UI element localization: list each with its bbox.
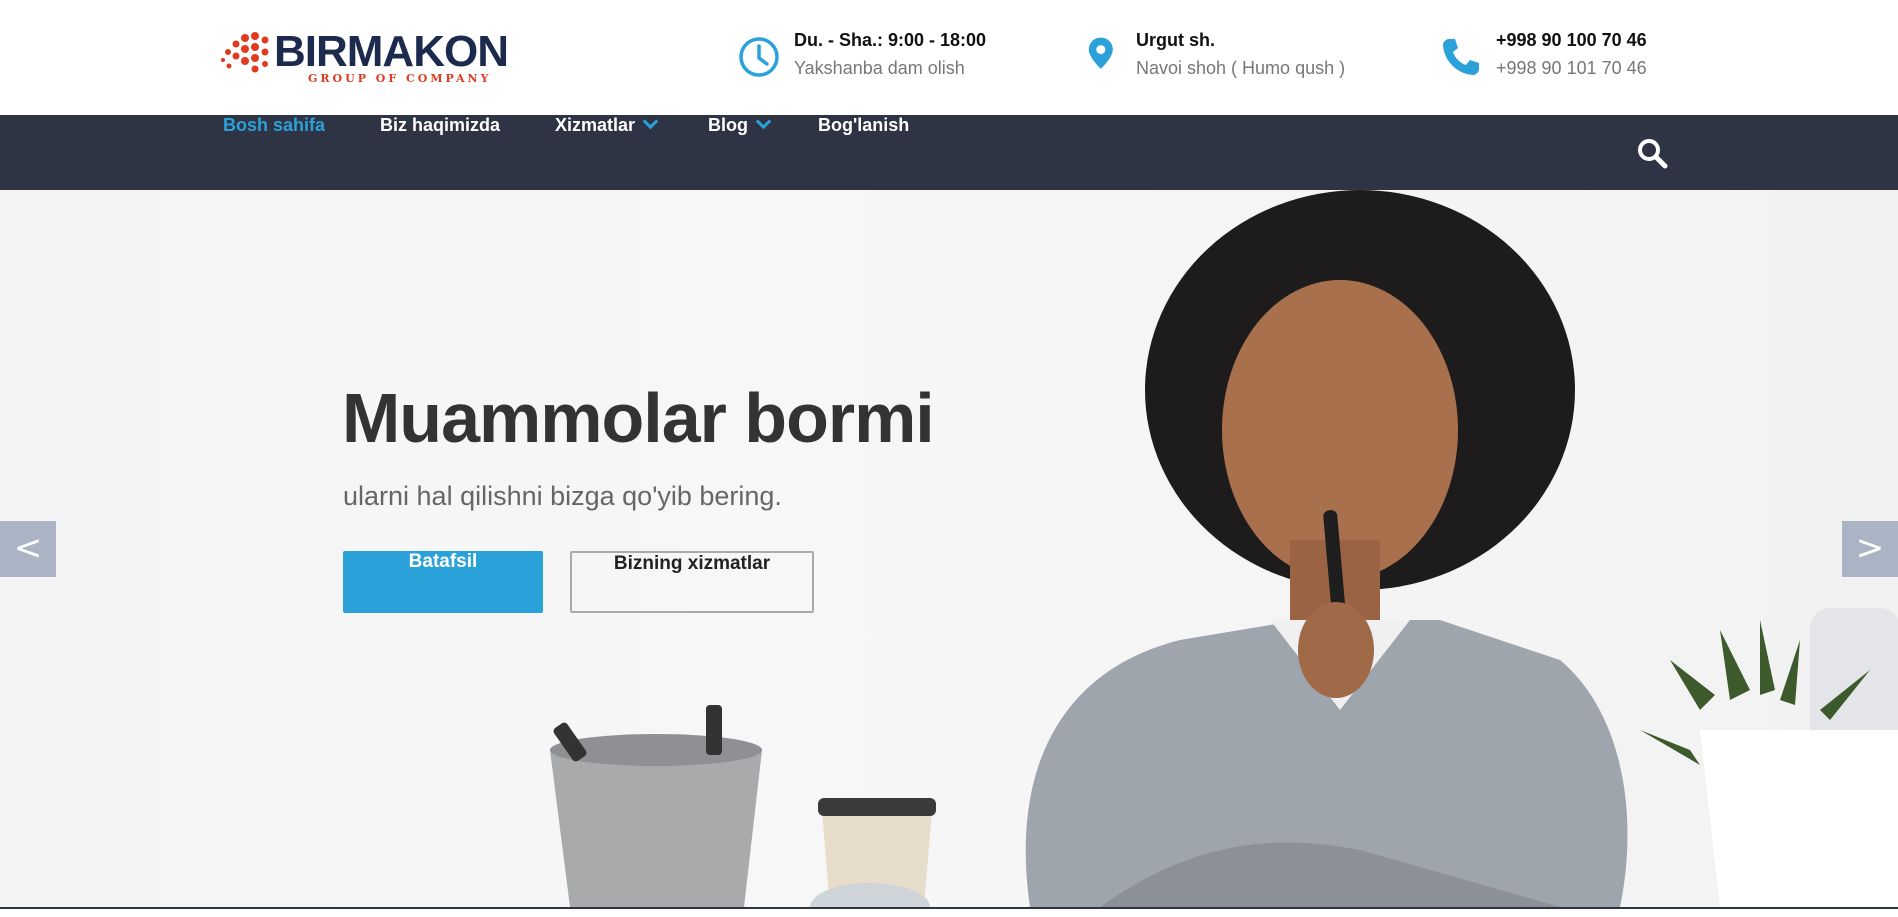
- clock-icon: [739, 37, 779, 77]
- page-bottom-divider: [0, 907, 1898, 917]
- slider-next-button[interactable]: >: [1842, 521, 1898, 577]
- nav-item-label: Bosh sahifa: [223, 115, 326, 135]
- hours-subtitle: Yakshanba dam olish: [794, 58, 965, 78]
- hero-title: Muammolar bormi: [342, 379, 935, 457]
- logo-wordmark: BIRMAKON: [274, 27, 509, 76]
- top-header: BIRMAKON GROUP OF COMPANY Du. - Sha.: 9:…: [0, 0, 1898, 115]
- hours-info: Du. - Sha.: 9:00 - 18:00 Yakshanba dam o…: [738, 30, 1018, 86]
- map-pin-icon: [1088, 37, 1113, 69]
- nav-item-home[interactable]: Bosh sahifa: [223, 115, 325, 190]
- logo-tagline: GROUP OF COMPANY: [308, 72, 492, 85]
- hero-background-image: [550, 190, 1898, 907]
- hero-subtitle: ularni hal qilishni bizga qo'yib bering.: [343, 481, 782, 511]
- slider-prev-button[interactable]: <: [0, 521, 56, 577]
- nav-item-label: Bog'lanish: [818, 115, 910, 135]
- chevron-down-icon: [642, 113, 659, 130]
- our-services-button[interactable]: Bizning xizmatlar: [570, 551, 814, 613]
- chevron-down-icon: [755, 113, 772, 130]
- nav-item-label: Biz haqimizda: [380, 115, 501, 135]
- phone-info: +998 90 100 70 46 +998 90 101 70 46: [1440, 30, 1670, 86]
- nav-item-services[interactable]: Xizmatlar: [555, 113, 659, 190]
- phone-secondary[interactable]: +998 90 101 70 46: [1496, 58, 1647, 79]
- nav-item-blog[interactable]: Blog: [708, 113, 772, 190]
- phone-icon: [1443, 39, 1479, 75]
- hours-title: Du. - Sha.: 9:00 - 18:00: [794, 30, 987, 50]
- nav-item-contact[interactable]: Bog'lanish: [818, 115, 909, 190]
- nav-item-label: Blog: [708, 115, 748, 135]
- brand-logo[interactable]: BIRMAKON GROUP OF COMPANY: [220, 28, 509, 86]
- nav-item-about[interactable]: Biz haqimizda: [380, 115, 500, 190]
- phone-primary[interactable]: +998 90 100 70 46: [1496, 30, 1647, 51]
- hero-slider: Muammolar bormi ularni hal qilishni bizg…: [0, 190, 1898, 907]
- address-subtitle: Navoi shoh ( Humo qush ): [1136, 58, 1346, 78]
- main-navigation: Bosh sahifa Biz haqimizda Xizmatlar Blog…: [0, 113, 1898, 190]
- logo-dots-icon: [221, 32, 269, 73]
- details-button[interactable]: Batafsil: [343, 551, 543, 613]
- search-icon[interactable]: [1636, 137, 1668, 169]
- address-title: Urgut sh.: [1136, 30, 1215, 50]
- address-info: Urgut sh. Navoi shoh ( Humo qush ): [1080, 30, 1380, 86]
- nav-item-label: Xizmatlar: [555, 115, 636, 135]
